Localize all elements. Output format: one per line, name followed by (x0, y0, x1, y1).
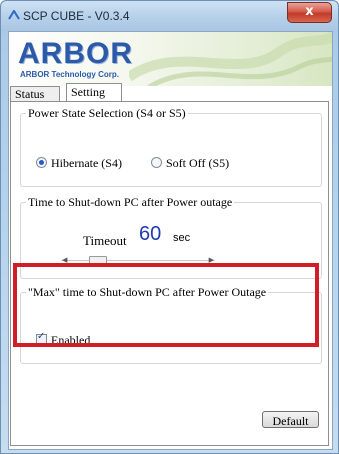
power-state-title: Power State Selection (S4 or S5) (26, 106, 188, 121)
power-state-group: Power State Selection (S4 or S5) Hiberna… (20, 106, 322, 187)
title-bar[interactable]: SCP CUBE - V0.3.4 x (1, 1, 338, 31)
app-window: SCP CUBE - V0.3.4 x ARBOR ARBOR Technolo… (0, 0, 339, 454)
tab-status[interactable]: Status (10, 86, 60, 102)
client-area: ARBOR ARBOR Technology Corp. Status Sett… (8, 31, 333, 450)
timeout-value: 60 (139, 223, 162, 245)
radio-soft-off[interactable]: Soft Off (S5) (151, 156, 229, 171)
radio-unselected-icon[interactable] (151, 157, 162, 168)
timeout-label: Timeout (83, 233, 127, 248)
radio-hibernate[interactable]: Hibernate (S4) (36, 156, 122, 171)
tab-setting[interactable]: Setting (66, 83, 122, 102)
window-title: SCP CUBE - V0.3.4 (23, 9, 130, 23)
radio-selected-icon[interactable] (36, 157, 47, 168)
timeout-unit: sec (173, 232, 191, 244)
slider-track (61, 260, 215, 261)
header-banner: ARBOR ARBOR Technology Corp. (9, 32, 332, 86)
radio-hibernate-label: Hibernate (S4) (51, 156, 122, 170)
shutdown-time-title: Time to Shut-down PC after Power outage (26, 195, 235, 210)
arbor-logo: ARBOR (18, 37, 133, 70)
banner-swirl-decoration (129, 32, 332, 86)
default-button[interactable]: Default (262, 411, 319, 428)
close-button[interactable]: x (287, 2, 332, 23)
radio-soft-off-label: Soft Off (S5) (166, 156, 230, 170)
highlight-box (13, 263, 319, 347)
app-icon (8, 10, 20, 20)
tab-bar: Status Setting (9, 82, 332, 102)
logo-subtitle: ARBOR Technology Corp. (20, 70, 119, 79)
